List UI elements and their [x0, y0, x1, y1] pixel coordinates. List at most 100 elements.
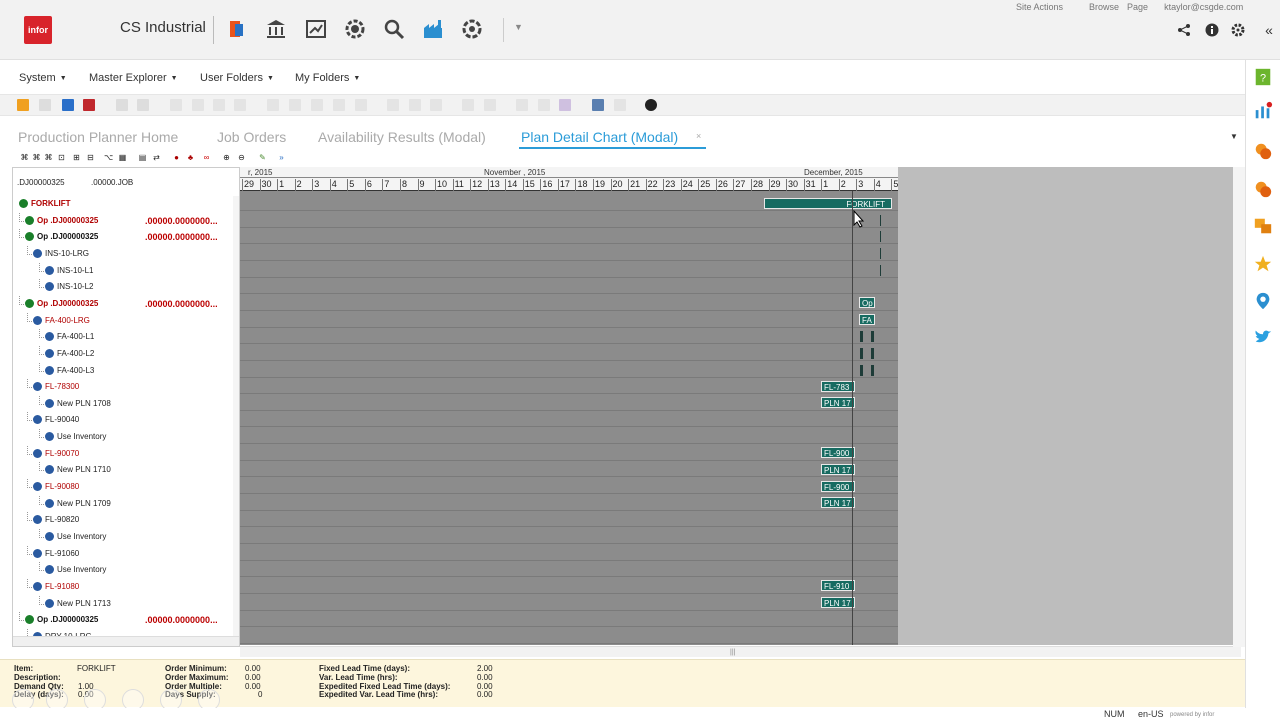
- attach-icon[interactable]: [462, 99, 474, 111]
- prev-record-icon[interactable]: [289, 99, 301, 111]
- next-record-icon[interactable]: [311, 99, 323, 111]
- expand-icon[interactable]: ⊞: [72, 153, 81, 162]
- tree-row[interactable]: FL-900401: [13, 412, 239, 429]
- search-icon[interactable]: [381, 16, 407, 42]
- sort-icon[interactable]: [234, 99, 246, 111]
- pencil-icon[interactable]: ✎: [258, 153, 267, 162]
- factory-icon[interactable]: [420, 16, 446, 42]
- tree-row[interactable]: Op .DJ00000325.00000.0000000...1: [13, 229, 239, 246]
- globe-gear-icon[interactable]: [342, 16, 368, 42]
- gantt-bar[interactable]: FORKLIFT: [764, 197, 892, 209]
- gantt-bar[interactable]: PLN 17: [821, 397, 855, 409]
- tree-row[interactable]: FL-900801: [13, 479, 239, 496]
- find-all-icon[interactable]: ⌘: [44, 153, 53, 162]
- collapse-tree-icon[interactable]: ⊟: [86, 153, 95, 162]
- menu-user-folders[interactable]: User Folders ▼: [200, 72, 274, 84]
- open-folder-icon[interactable]: [17, 99, 29, 111]
- refresh-icon[interactable]: [170, 99, 182, 111]
- tree-row[interactable]: FL-900701: [13, 445, 239, 463]
- gantt-bar[interactable]: FL-783: [821, 380, 855, 392]
- table-icon[interactable]: ▤: [138, 153, 147, 162]
- tree-row[interactable]: FL-908201: [13, 512, 239, 529]
- tree-row[interactable]: FL-910801: [13, 578, 239, 596]
- chevron-down-icon[interactable]: ▼: [514, 22, 523, 32]
- bank-icon[interactable]: [263, 16, 289, 42]
- edit-chart-icon[interactable]: [592, 99, 604, 111]
- gear-icon[interactable]: [1229, 21, 1247, 39]
- tree-row[interactable]: Op .DJ00000325.00000.0000000...1: [13, 612, 239, 629]
- chain-icon[interactable]: ∞: [202, 153, 211, 162]
- tab-availability-results[interactable]: Availability Results (Modal): [318, 129, 486, 145]
- grid-icon[interactable]: ▦: [118, 153, 127, 162]
- cancel-icon[interactable]: [516, 99, 528, 111]
- details-icon[interactable]: [430, 99, 442, 111]
- options-icon[interactable]: [409, 99, 421, 111]
- paint-icon[interactable]: ♣: [186, 153, 195, 162]
- tree-row[interactable]: FL-910601: [13, 545, 239, 563]
- currency-icon[interactable]: [1252, 140, 1274, 162]
- tree-row[interactable]: Op .DJ00000325.00000.0000000...1: [13, 295, 239, 313]
- gantt-bar[interactable]: PLN 17: [821, 463, 855, 475]
- print-icon[interactable]: [192, 99, 204, 111]
- zoom-out-icon[interactable]: ⊖: [237, 153, 246, 162]
- star-icon[interactable]: [1252, 253, 1274, 275]
- help-icon[interactable]: [645, 99, 657, 111]
- tree-row[interactable]: FA-400-L3: [13, 362, 239, 380]
- tree-row[interactable]: Use Inventory1: [13, 562, 239, 579]
- location-pin-icon[interactable]: [1252, 290, 1274, 312]
- gantt-chart[interactable]: r, 2015 November , 2015 December, 2015 2…: [240, 167, 898, 645]
- filter-tool-icon[interactable]: ⊡: [57, 153, 66, 162]
- tree-row[interactable]: FL-783001: [13, 379, 239, 396]
- tree-horizontal-scrollbar[interactable]: [13, 636, 239, 646]
- tree-row[interactable]: New PLN 17131: [13, 595, 239, 613]
- menu-master-explorer[interactable]: Master Explorer ▼: [89, 72, 178, 84]
- tree-row[interactable]: New PLN 17081: [13, 395, 239, 413]
- find-icon[interactable]: [387, 99, 399, 111]
- chart-arrow-icon[interactable]: [303, 16, 329, 42]
- gantt-bar[interactable]: FL-910: [821, 580, 855, 592]
- gantt-bar[interactable]: Op: [859, 297, 875, 309]
- tabs-dropdown-icon[interactable]: ▼: [1230, 132, 1238, 141]
- close-tab-icon[interactable]: ×: [696, 131, 701, 141]
- binoculars-next-icon[interactable]: ⌘: [32, 153, 41, 162]
- translate-icon[interactable]: [1252, 215, 1274, 237]
- binoculars-icon[interactable]: ⌘: [20, 153, 29, 162]
- twitter-icon[interactable]: [1252, 326, 1274, 348]
- filter-icon[interactable]: [213, 99, 225, 111]
- chart-icon[interactable]: [1252, 100, 1274, 122]
- save-icon[interactable]: [62, 99, 74, 111]
- zoom-in-icon[interactable]: ⊕: [222, 153, 231, 162]
- notes-icon[interactable]: [484, 99, 496, 111]
- gantt-bar[interactable]: FA: [859, 314, 875, 326]
- record-list-icon[interactable]: [355, 99, 367, 111]
- currency-exchange-icon[interactable]: [1252, 178, 1274, 200]
- tree-row[interactable]: FA-400-L2: [13, 345, 239, 363]
- report-icon[interactable]: [559, 99, 571, 111]
- site-actions-link[interactable]: Site Actions: [1016, 2, 1063, 12]
- record-icon[interactable]: ●: [172, 153, 181, 162]
- gantt-bar[interactable]: PLN 17: [821, 597, 855, 609]
- browse-link[interactable]: Browse: [1089, 2, 1119, 12]
- link-icon[interactable]: ⇄: [152, 153, 161, 162]
- menu-my-folders[interactable]: My Folders ▼: [295, 72, 360, 84]
- office-icon[interactable]: [224, 16, 250, 42]
- new-icon[interactable]: [39, 99, 51, 111]
- tree-icon[interactable]: ⌥: [104, 153, 113, 162]
- gantt-bar[interactable]: PLN 17: [821, 497, 855, 509]
- tree-row[interactable]: INS-10-L1: [13, 262, 239, 280]
- gantt-bar[interactable]: FL-900: [821, 480, 855, 492]
- tree-row[interactable]: Use Inventory1: [13, 429, 239, 446]
- globe-icon[interactable]: [459, 16, 485, 42]
- help-doc-icon[interactable]: ?: [1252, 66, 1274, 88]
- info-icon[interactable]: [1203, 21, 1221, 39]
- tree-row[interactable]: FA-400-L1: [13, 329, 239, 346]
- last-record-icon[interactable]: [333, 99, 345, 111]
- first-record-icon[interactable]: [267, 99, 279, 111]
- tree-row[interactable]: FORKLIFT: [13, 196, 239, 213]
- tree-scrollbar[interactable]: [233, 196, 239, 636]
- tree-row[interactable]: FA-400-LRG: [13, 312, 239, 330]
- copy-icon[interactable]: [116, 99, 128, 111]
- tree-row[interactable]: Use Inventory1: [13, 529, 239, 546]
- forward-icon[interactable]: »: [277, 153, 286, 162]
- tab-production-planner-home[interactable]: Production Planner Home: [18, 129, 178, 145]
